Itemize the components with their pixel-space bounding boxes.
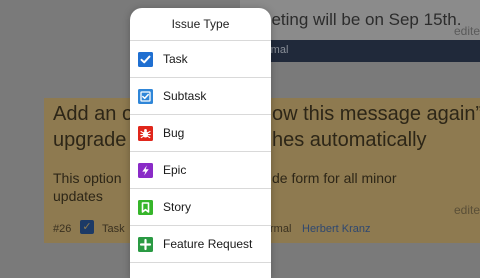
author-link[interactable]: Herbert Kranz [302,223,370,235]
issue-title-line1: Add an o [53,103,134,125]
task-checkbox-icon [138,52,153,67]
issue-type-option-task[interactable]: Task [130,41,271,78]
issue-body-line2: updates [53,188,103,204]
bug-icon [138,126,153,141]
issue-title-line2-right: hes automatically [272,129,427,151]
option-label: Task [163,52,188,66]
option-label: Bug [163,126,185,140]
priority-label: rmal [270,223,292,235]
edited-label: edite [453,203,480,217]
option-label: Epic [163,163,187,177]
popover-title: Issue Type [130,8,271,41]
option-label: Story [163,200,192,214]
issue-body-line1-right: de form for all minor [272,170,397,186]
background-card-footer: rmal [240,40,480,62]
background-comment-text: eeting will be on Sep 15th. [262,10,462,29]
epic-lightning-icon [138,163,153,178]
issue-title-line1-right: ow this message again” o [272,103,480,125]
issue-title-line2: upgrade [53,129,127,151]
issue-type-option-feature-request[interactable]: Feature Request [130,226,271,263]
issue-type-popover: Issue Type Task Subtask Bug Epic Story F… [130,8,271,278]
issue-type-label: Task [102,223,125,235]
issue-type-option-epic[interactable]: Epic [130,152,271,189]
option-label: Subtask [163,89,207,103]
issue-body-line1: This option [53,170,122,186]
issue-type-option-subtask[interactable]: Subtask [130,78,271,115]
task-type-icon: ✓ [80,220,94,234]
issue-number: #26 [53,223,72,235]
option-label: Feature Request [163,237,253,251]
issue-type-option-story[interactable]: Story [130,189,271,226]
edited-label: edite [453,24,480,38]
background-comment-card: eeting will be on Sep 15th. edite rmal [240,0,480,62]
issue-type-option-bug[interactable]: Bug [130,115,271,152]
subtask-icon [138,89,153,104]
story-bookmark-icon [138,200,153,215]
feature-plus-icon [138,237,153,252]
